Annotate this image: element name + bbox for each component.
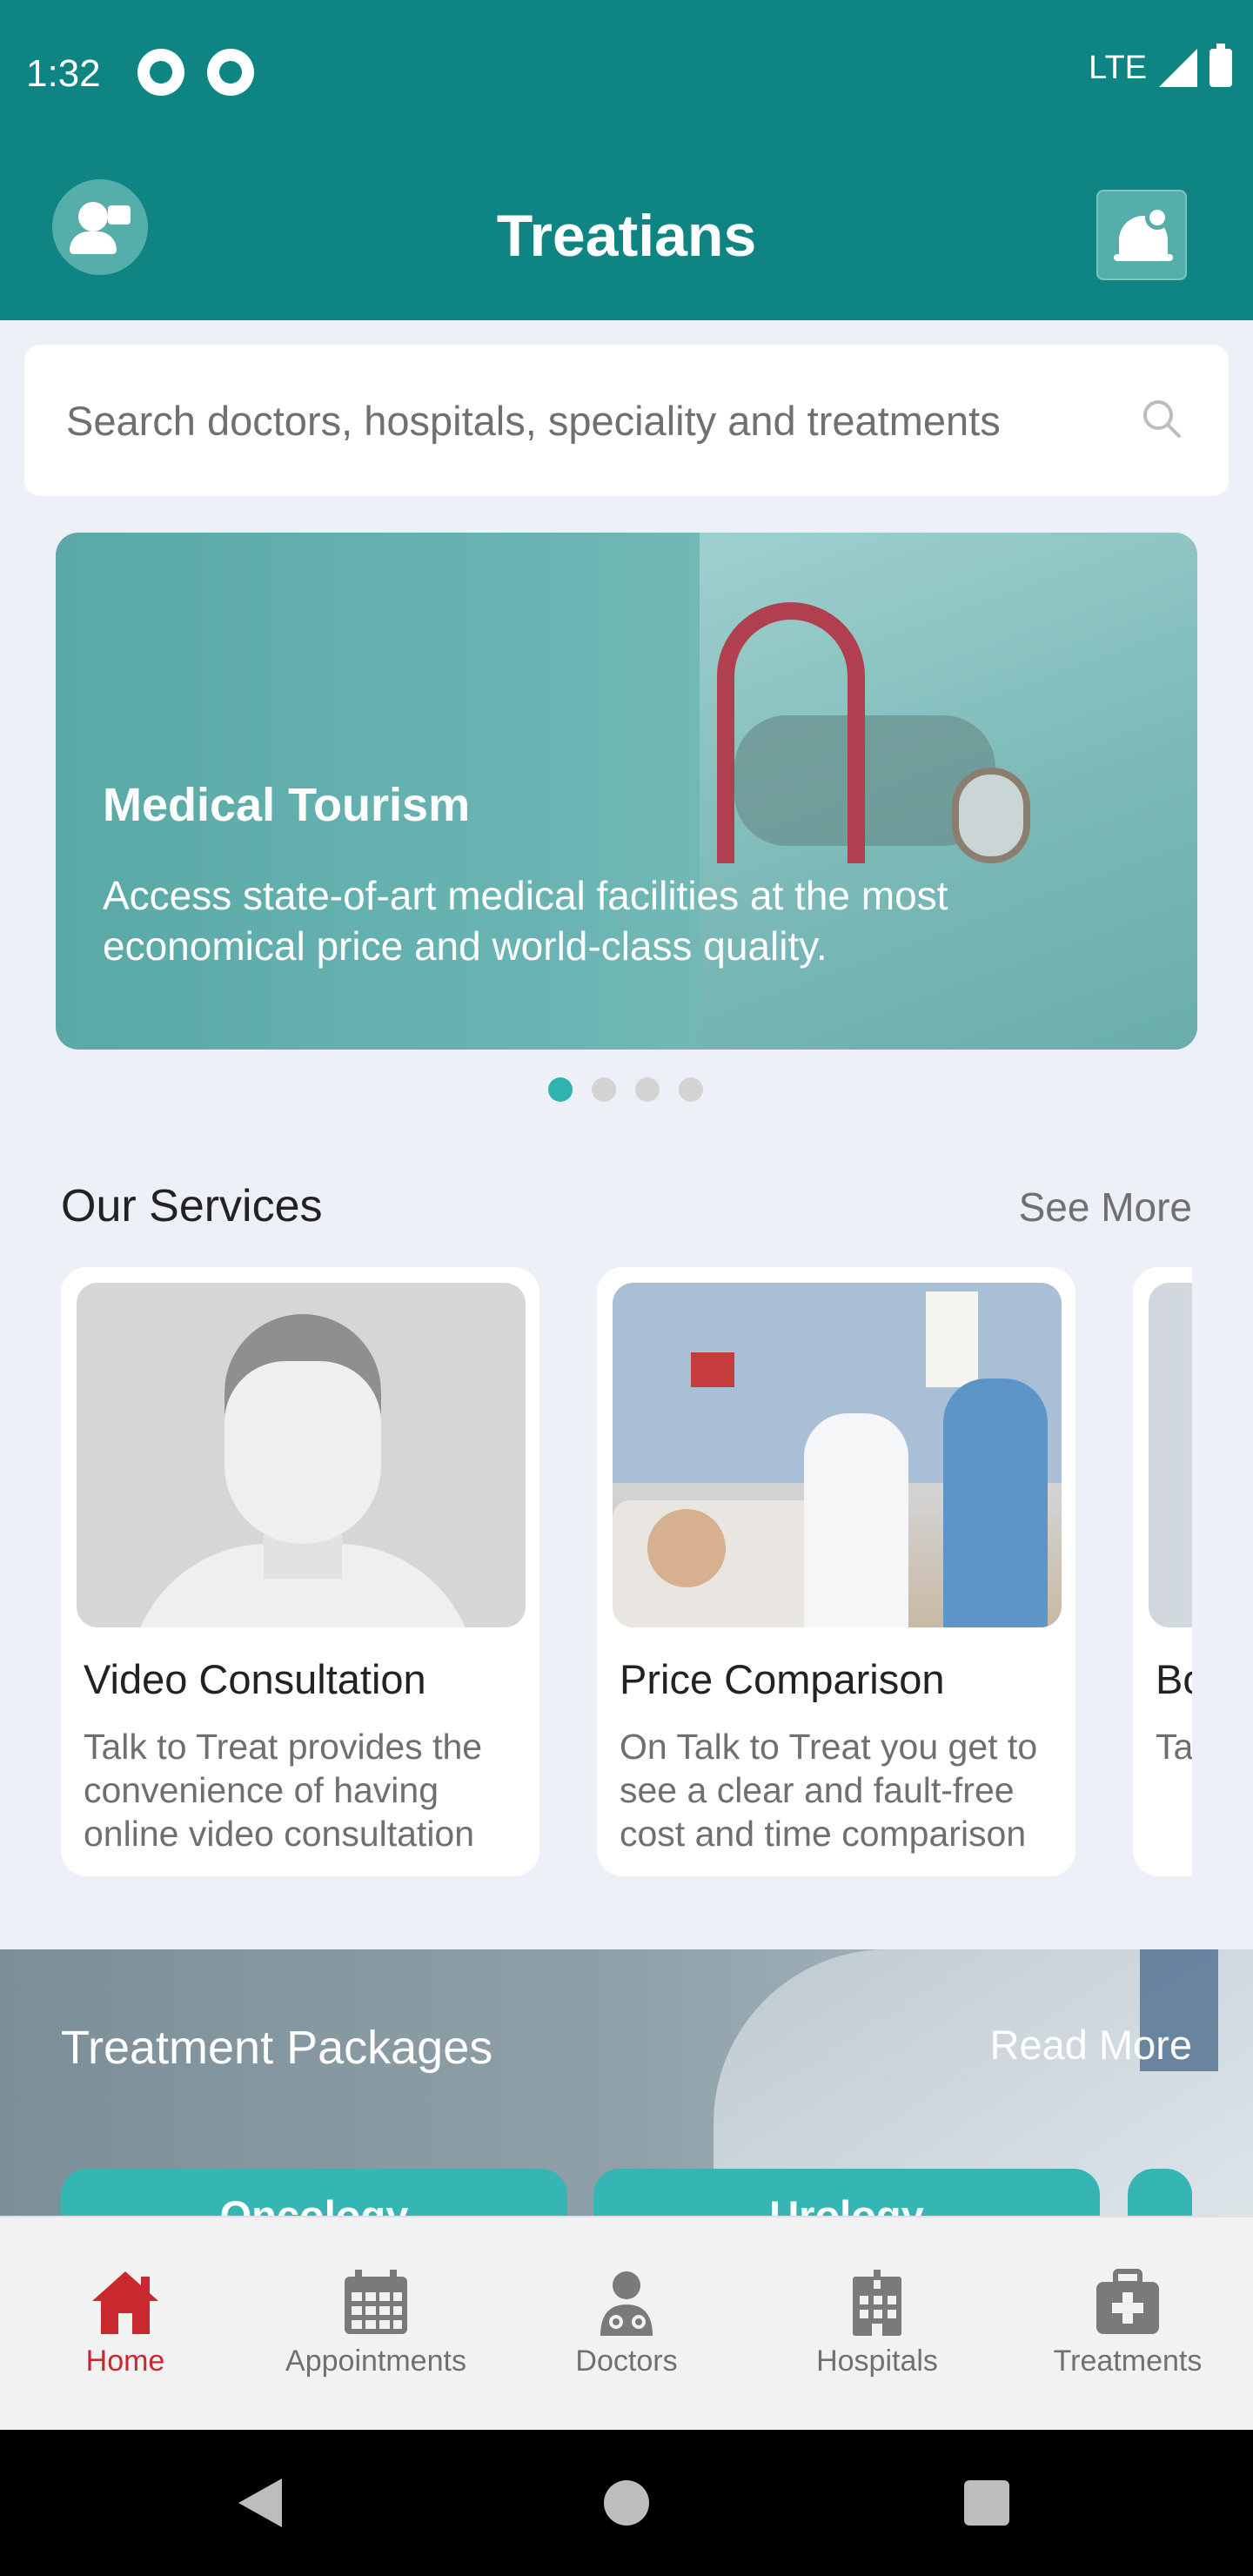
service-card-title: Price Comparison [620,1656,945,1702]
packages-title: Treatment Packages [61,2022,493,2074]
bottom-navigation: Home Appointments Doctors Hospitals Trea… [0,2216,1253,2430]
app-bar: Treatians [0,153,1253,320]
nav-label: Doctors [575,2345,678,2378]
system-navigation-bar [0,2430,1253,2576]
package-card-partial[interactable] [1128,2169,1192,2219]
treatment-packages-section: Treatment Packages Read More Oncology Ur… [0,1949,1253,2219]
banner-text: Access state-of-art medical facilities a… [103,873,948,969]
status-bar: 1:32 LTE [0,0,1253,153]
status-time: 1:32 [26,52,101,95]
search-bar [24,345,1229,496]
package-card-urology[interactable]: Urology [593,2169,1100,2219]
nav-hospitals[interactable]: Hospitals [752,2217,1002,2432]
service-card-desc: Talk to Treat provides the convenience o… [84,1727,483,1854]
home-button-icon[interactable] [604,2480,649,2526]
signal-icon [1159,49,1197,87]
app-notification-icon [207,49,254,96]
notifications-button[interactable] [1096,190,1187,280]
search-input[interactable] [66,345,1128,496]
carousel-dot[interactable] [679,1077,703,1102]
service-card-desc: On Talk to Treat you get to see a clear … [620,1727,1038,1854]
search-icon[interactable] [1142,399,1182,439]
service-card-title: Bo [1156,1656,1192,1702]
carousel-dot[interactable] [635,1077,660,1102]
nav-treatments[interactable]: Treatments [1002,2217,1253,2432]
sync-icon [137,49,184,96]
medkit-icon [1096,2269,1159,2334]
nav-label: Appointments [285,2345,466,2378]
package-card-oncology[interactable]: Oncology [61,2169,567,2219]
avatar-placeholder-image [77,1283,526,1627]
carousel-dot[interactable] [592,1077,616,1102]
nav-label: Treatments [1053,2345,1203,2378]
doctor-icon [600,2271,653,2336]
network-type: LTE [1089,49,1147,86]
promo-banner[interactable]: Medical Tourism Access state-of-art medi… [56,533,1197,1050]
services-carousel[interactable]: Video Consultation Talk to Treat provide… [61,1267,1192,1880]
nav-label: Hospitals [816,2345,938,2378]
home-icon [92,2271,158,2334]
service-card-video-consultation[interactable]: Video Consultation Talk to Treat provide… [61,1267,539,1876]
banner-title: Medical Tourism [103,779,471,831]
carousel-dot[interactable] [548,1077,573,1102]
read-more-link[interactable]: Read More [990,2021,1193,2069]
service-card-image [1149,1283,1192,1627]
nav-home[interactable]: Home [0,2217,251,2432]
battery-icon [1209,44,1232,87]
carousel-indicator [548,1077,703,1102]
hospital-room-image [613,1283,1062,1627]
calendar-icon [345,2270,407,2334]
nav-doctors[interactable]: Doctors [501,2217,752,2432]
service-card-title: Video Consultation [84,1656,426,1702]
nav-label: Home [85,2345,165,2378]
app-title: Treatians [496,203,757,269]
nav-appointments[interactable]: Appointments [251,2217,501,2432]
back-icon[interactable] [238,2479,282,2527]
hospital-icon [853,2270,901,2336]
services-title: Our Services [61,1181,323,1231]
recents-icon[interactable] [964,2480,1009,2526]
see-more-link[interactable]: See More [1019,1184,1192,1231]
status-indicators: LTE [1089,44,1232,87]
service-card-partial[interactable]: Bo Ta to wo [1133,1267,1192,1876]
service-card-price-comparison[interactable]: Price Comparison On Talk to Treat you ge… [597,1267,1075,1876]
service-card-desc: Ta to wo [1156,1727,1192,1767]
